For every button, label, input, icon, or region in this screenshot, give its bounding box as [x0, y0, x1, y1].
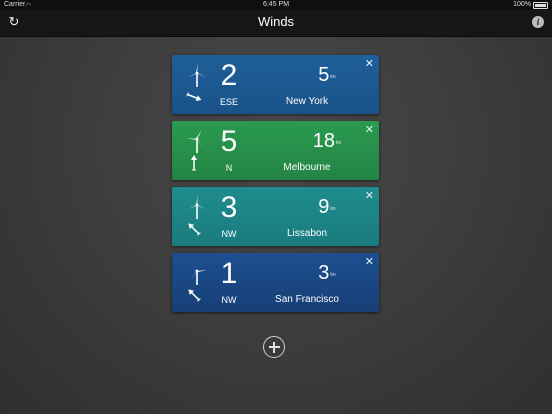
wind-card[interactable]: 5 N 18kn Melbourne ✕: [172, 121, 379, 180]
wind-speed-value: 3: [318, 262, 330, 284]
battery-status: 100%: [513, 0, 548, 10]
close-icon[interactable]: ✕: [365, 257, 374, 268]
status-bar: Carrier ◠ 6:45 PM 100%: [0, 0, 552, 10]
wind-turbine-icon: [187, 130, 202, 153]
add-location-button[interactable]: [263, 336, 285, 358]
city-name: Melbourne: [283, 162, 331, 173]
page-title: Winds: [257, 14, 295, 29]
wind-card-list: 2 ESE 5kn New York ✕ 5 N 18kn Melbourne …: [172, 55, 380, 319]
wind-speed-unit: kn: [335, 139, 342, 146]
wind-speed-unit: kn: [330, 73, 336, 80]
wind-direction-arrow-icon: [191, 155, 197, 171]
wind-card[interactable]: 2 ESE 5kn New York ✕: [172, 55, 379, 114]
wind-speed: 9kn: [282, 195, 372, 219]
city-name: Lissabon: [286, 228, 328, 239]
wind-direction-arrow-icon: [188, 223, 201, 236]
navigation-bar: ↻ Winds i: [0, 10, 552, 37]
beaufort-force: 1: [220, 257, 238, 290]
close-icon[interactable]: ✕: [365, 191, 374, 202]
city-name: New York: [285, 96, 329, 107]
status-time: 6:45 PM: [262, 1, 290, 8]
wind-speed-unit: kn: [330, 271, 336, 278]
wind-speed-value: 9: [318, 196, 330, 218]
wind-speed: 5kn: [282, 63, 372, 87]
wind-direction-label: ESE: [219, 97, 238, 107]
wind-direction-label: N: [225, 163, 233, 173]
wind-turbine-icon: [188, 195, 206, 219]
wind-turbine-icon: [190, 262, 207, 285]
battery-percent: 100%: [513, 1, 531, 8]
wind-direction-arrow-icon: [186, 92, 202, 101]
close-icon[interactable]: ✕: [365, 59, 374, 70]
wind-card[interactable]: 1 NW 3kn San Francisco ✕: [172, 253, 379, 312]
city-name: San Francisco: [275, 294, 339, 305]
wind-speed: 3kn: [282, 261, 372, 285]
wind-card[interactable]: 3 NW 9kn Lissabon ✕: [172, 187, 379, 246]
wind-speed-value: 18: [312, 130, 335, 152]
wind-speed: 18kn: [282, 129, 372, 153]
wind-direction-arrow-icon: [188, 289, 201, 302]
beaufort-force: 5: [220, 125, 238, 158]
close-icon[interactable]: ✕: [365, 125, 374, 136]
wind-direction-label: NW: [221, 229, 237, 239]
beaufort-force: 3: [220, 191, 238, 224]
battery-icon: [533, 1, 548, 9]
wind-turbine-icon: [188, 63, 206, 87]
wind-speed-value: 5: [318, 64, 330, 86]
info-icon[interactable]: i: [532, 16, 544, 28]
wind-direction-label: NW: [221, 295, 237, 305]
beaufort-force: 2: [220, 59, 238, 92]
wind-speed-unit: kn: [330, 205, 336, 212]
